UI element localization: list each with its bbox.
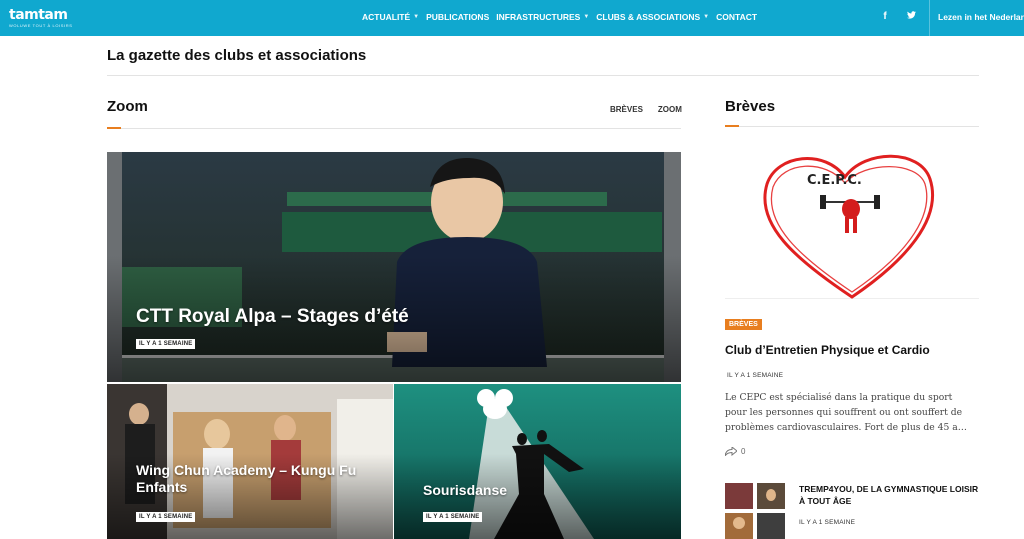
twitter-icon[interactable] xyxy=(906,11,916,22)
article-card[interactable]: Sourisdanse IL Y A 1 SEMAINE xyxy=(394,384,681,539)
social-links: f xyxy=(880,11,916,22)
section-tabs: BRÈVES ZOOM xyxy=(610,105,682,114)
tab-breves[interactable]: BRÈVES xyxy=(610,105,643,114)
article-date-tag: IL Y A 1 SEMAINE xyxy=(136,512,196,522)
breve-image[interactable]: C.E.P.C. xyxy=(725,149,979,299)
main-nav: Actualité ▼ Publications Infrastructures ▼… xyxy=(362,12,764,22)
share-button[interactable]: 0 xyxy=(725,447,745,456)
heart-logo-icon: C.E.P.C. xyxy=(763,154,935,299)
section-title-zoom: Zoom xyxy=(107,98,148,115)
post-thumbnail-image xyxy=(725,483,785,539)
share-icon xyxy=(725,447,737,456)
site-logo[interactable]: tamtam WOLUWE TOUT À LOISIRS xyxy=(9,8,73,28)
logo-text: tamtam xyxy=(9,7,68,23)
article-card[interactable]: Wing Chun Academy – Kungu Fu Enfants IL … xyxy=(107,384,393,539)
post-excerpt: Le CEPC est spécialisé dans la pratique … xyxy=(725,392,967,433)
tab-zoom[interactable]: ZOOM xyxy=(658,105,682,114)
breve-post-title[interactable]: Club d’Entretien Physique et Cardio xyxy=(725,343,930,357)
facebook-icon[interactable]: f xyxy=(880,11,890,22)
logo-tagline: WOLUWE TOUT À LOISIRS xyxy=(9,23,73,28)
top-navigation-bar: tamtam WOLUWE TOUT À LOISIRS Actualité ▼ … xyxy=(0,0,1024,36)
post-thumbnail[interactable] xyxy=(725,483,785,539)
page-title: La gazette des clubs et associations xyxy=(107,47,367,64)
section-accent-bar xyxy=(107,127,121,129)
featured-article-card[interactable]: CTT Royal Alpa – Stages d’été IL Y A 1 S… xyxy=(107,152,681,382)
second-post-title[interactable]: TREMP4YOU, de la gymnastique loisir à to… xyxy=(799,483,981,507)
nav-item-publications[interactable]: Publications xyxy=(426,12,489,22)
nav-label: Publications xyxy=(426,12,490,22)
nav-item-contact[interactable]: Contact xyxy=(716,12,757,22)
article-title[interactable]: Sourisdanse xyxy=(423,482,663,499)
nav-item-clubs-associations[interactable]: Clubs & Associations ▼ xyxy=(596,12,709,22)
nav-label: Clubs & Associations xyxy=(596,12,701,22)
logo-lettering: C.E.P.C. xyxy=(807,173,862,188)
post-date: IL Y A 1 SEMAINE xyxy=(799,519,856,526)
article-title[interactable]: Wing Chun Academy – Kungu Fu Enfants xyxy=(136,462,376,496)
chevron-down-icon: ▼ xyxy=(413,14,420,20)
language-switch-link[interactable]: Lezen in het Nederlands xyxy=(938,12,1024,22)
divider xyxy=(107,128,681,129)
share-count: 0 xyxy=(741,447,746,456)
divider xyxy=(929,0,930,36)
chevron-down-icon: ▼ xyxy=(583,14,590,20)
divider xyxy=(725,126,979,127)
nav-label: Contact xyxy=(716,12,758,22)
divider xyxy=(107,75,979,76)
article-date-tag: IL Y A 1 SEMAINE xyxy=(423,512,483,522)
category-badge[interactable]: BRÈVES xyxy=(725,319,762,330)
nav-item-actualite[interactable]: Actualité ▼ xyxy=(362,12,419,22)
post-date: IL Y A 1 SEMAINE xyxy=(727,372,784,379)
nav-item-infrastructures[interactable]: Infrastructures ▼ xyxy=(496,12,589,22)
section-title-breves: Brèves xyxy=(725,98,776,115)
section-accent-bar xyxy=(725,125,739,127)
chevron-down-icon: ▼ xyxy=(703,14,710,20)
nav-label: Actualité xyxy=(362,12,411,22)
article-date-tag: IL Y A 1 SEMAINE xyxy=(136,339,196,349)
nav-label: Infrastructures xyxy=(496,12,581,22)
featured-article-title[interactable]: CTT Royal Alpa – Stages d’été xyxy=(136,305,616,328)
